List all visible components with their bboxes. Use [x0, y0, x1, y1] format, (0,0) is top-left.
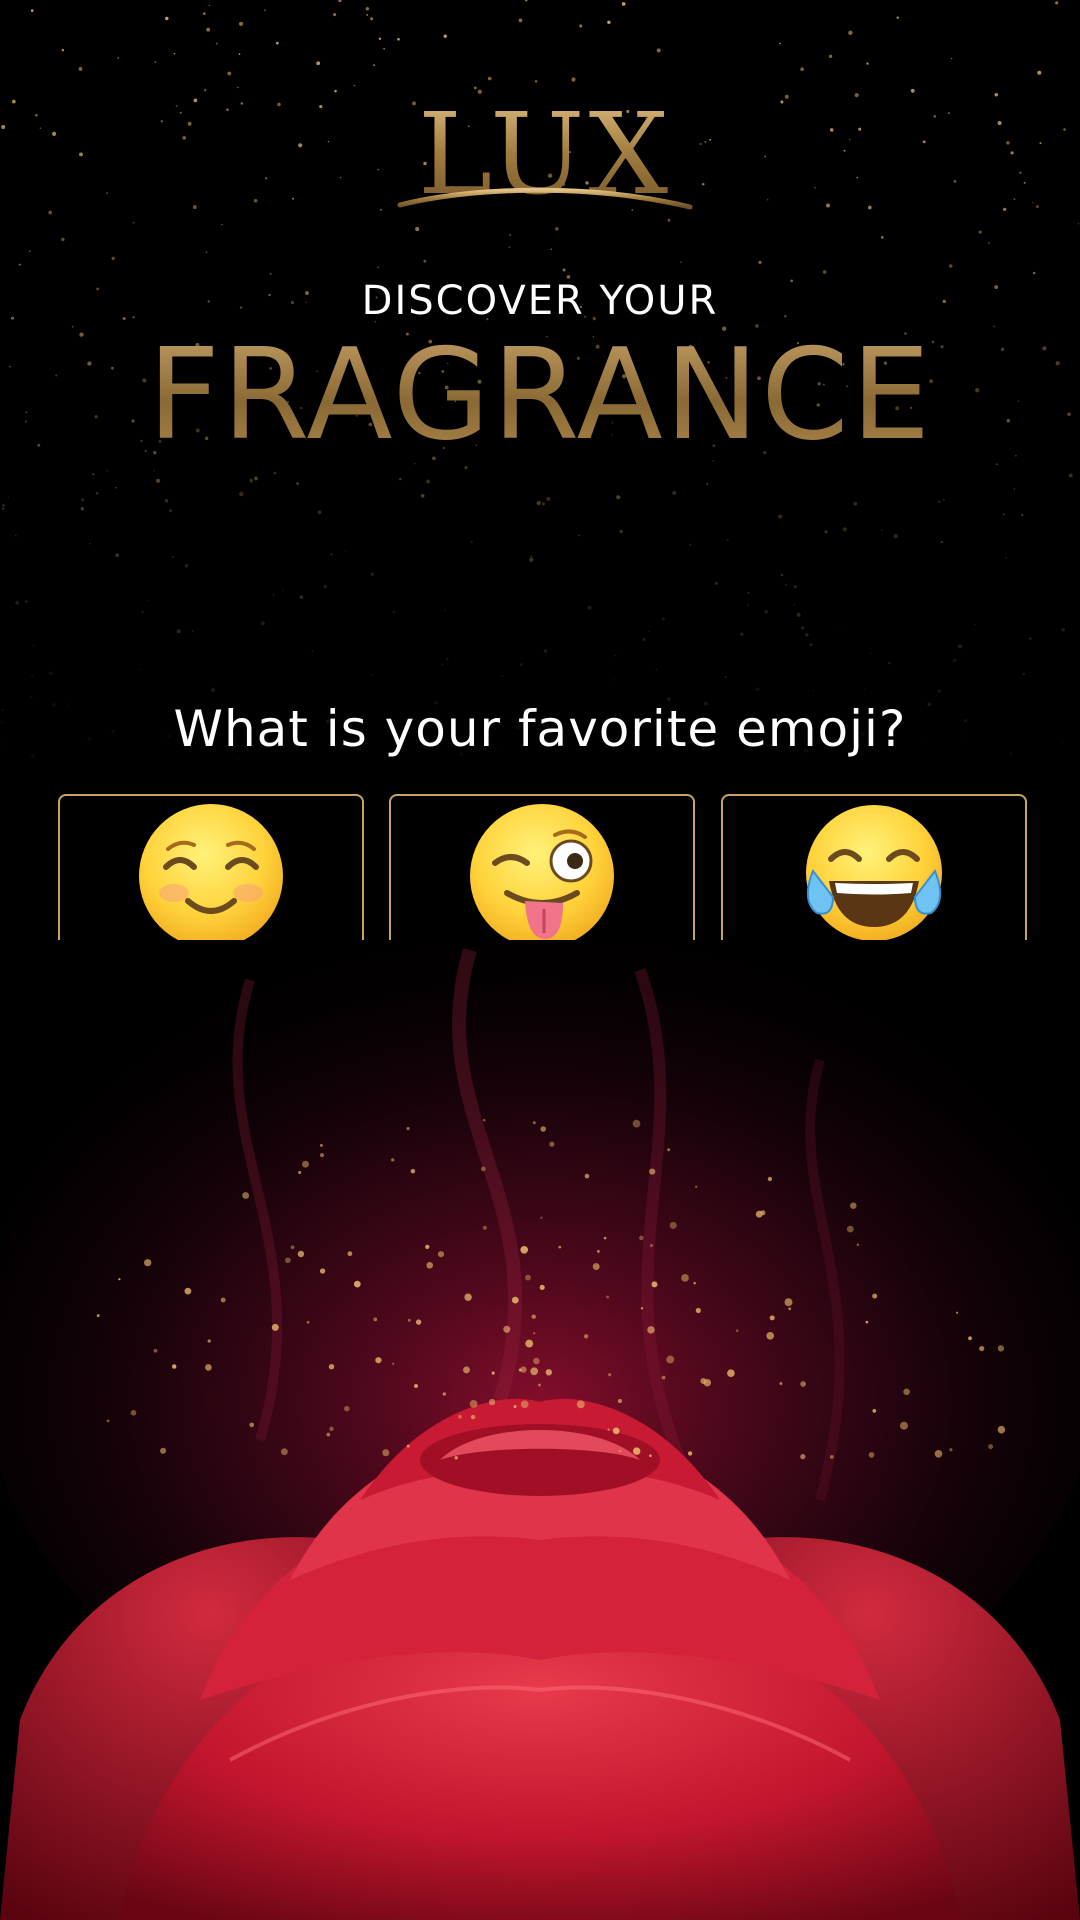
page-subtitle: DISCOVER YOUR: [361, 278, 719, 324]
fragrance-quiz-screen: LUX DISCOVER YOUR FRAGRANCE What is your…: [0, 0, 1080, 1920]
smiling-blush-face-icon: [139, 804, 283, 948]
winking-tongue-face-icon: [470, 804, 614, 948]
lux-logo: LUX: [397, 95, 693, 220]
rose-image: [0, 940, 1080, 1920]
emoji-option-smiling[interactable]: [58, 794, 364, 958]
emoji-option-winking[interactable]: [389, 794, 695, 958]
page-title: FRAGRANCE: [0, 320, 1080, 470]
tears-of-joy-face-icon: [806, 805, 942, 941]
emoji-option-laughing[interactable]: [721, 794, 1027, 958]
logo-wordmark: LUX: [418, 95, 672, 220]
quiz-question: What is your favorite emoji?: [173, 700, 907, 758]
